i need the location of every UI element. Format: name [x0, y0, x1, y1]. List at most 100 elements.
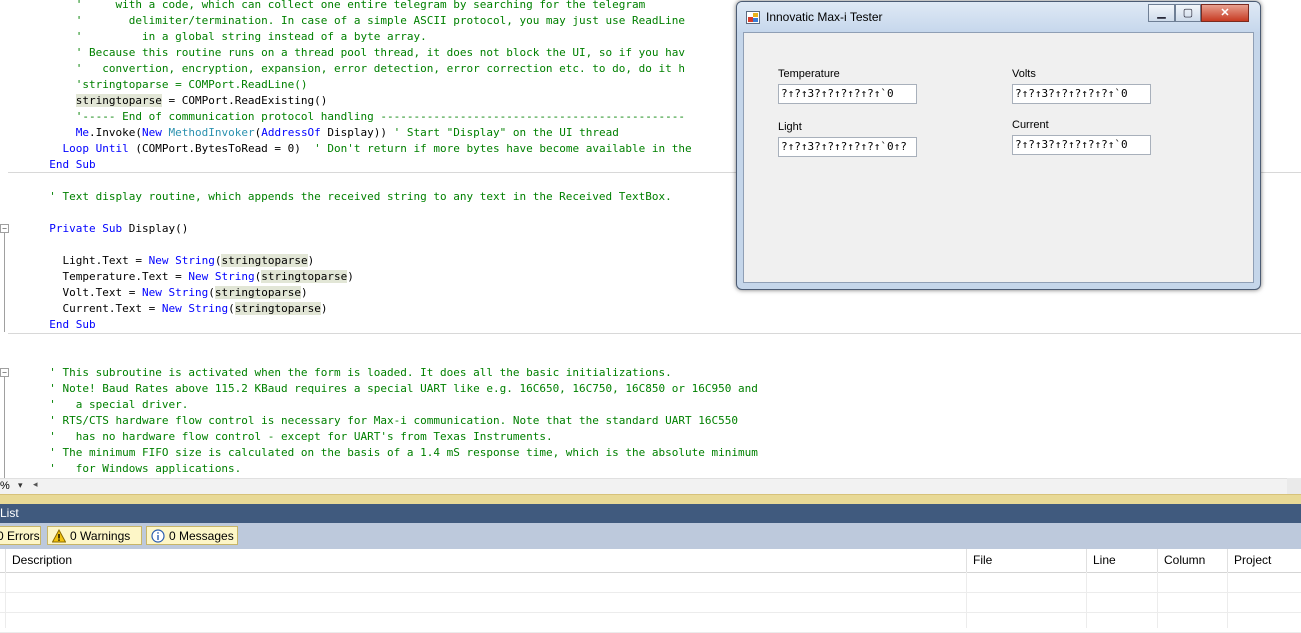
column-header-line[interactable]: Line	[1086, 549, 1157, 572]
code-line[interactable]: End Sub	[36, 157, 96, 173]
code-token: String	[214, 270, 255, 283]
column-header-description[interactable]: Description	[5, 549, 966, 572]
editor-status-strip: % ▾ ◂	[0, 478, 1301, 495]
column-header-file[interactable]: File	[966, 549, 1086, 572]
maximize-button[interactable]: ▢	[1175, 4, 1201, 22]
code-line[interactable]: ' delimiter/termination. In case of a si…	[36, 13, 685, 29]
code-token: Me	[75, 126, 89, 139]
zoom-level[interactable]: %	[0, 480, 10, 492]
code-line[interactable]: Temperature.Text = New String(stringtopa…	[36, 269, 354, 285]
code-token: Current.Text =	[36, 302, 162, 315]
scroll-left-icon[interactable]: ◂	[33, 479, 38, 490]
temperature-textbox[interactable]: ?↑?↑3?↑?↑?↑?↑?↑`0	[778, 84, 917, 104]
table-row	[0, 592, 1301, 613]
code-line[interactable]: ' Note! Baud Rates above 115.2 KBaud req…	[36, 381, 758, 397]
code-line[interactable]: ' convertion, encryption, expansion, err…	[36, 61, 685, 77]
code-line[interactable]: ' RTS/CTS hardware flow control is neces…	[36, 413, 738, 429]
warnings-filter-button[interactable]: 0 Warnings	[47, 526, 142, 545]
grid-line	[966, 572, 967, 628]
code-line[interactable]: Volt.Text = New String(stringtoparse)	[36, 285, 308, 301]
error-list-toolbar: 0 Errors 0 Warnings 0 Messages	[0, 523, 1301, 549]
code-line[interactable]: ' The minimum FIFO size is calculated on…	[36, 445, 758, 461]
code-token: ' Don't return if more bytes have become…	[314, 142, 692, 155]
code-line[interactable]: ' for Windows applications.	[36, 461, 241, 477]
code-token: String	[175, 254, 215, 267]
code-token: String	[168, 286, 209, 299]
code-token: ' Text display routine, which appends th…	[49, 190, 672, 203]
table-row	[0, 612, 1301, 633]
code-line[interactable]: ' This subroutine is activated when the …	[36, 365, 672, 381]
column-header-project[interactable]: Project	[1227, 549, 1301, 572]
code-token: stringtoparse	[75, 94, 162, 107]
code-token: ' The minimum FIFO size is calculated on…	[49, 446, 758, 459]
code-token: MethodInvoker	[168, 126, 255, 139]
code-token: New	[148, 254, 169, 267]
code-line[interactable]: ' a special driver.	[36, 397, 188, 413]
code-token: New	[188, 270, 209, 283]
column-header-column[interactable]: Column	[1157, 549, 1227, 572]
code-line[interactable]: End Sub	[36, 317, 95, 333]
code-token: ' a special driver.	[49, 398, 189, 411]
minimize-button[interactable]: ▁	[1148, 4, 1175, 22]
panel-splitter[interactable]	[0, 494, 1301, 504]
code-line[interactable]: 'stringtoparse = COMPort.ReadLine()	[36, 77, 308, 93]
errors-filter-label: 0 Errors	[0, 529, 40, 543]
code-token: '----- End of communication protocol han…	[36, 110, 686, 123]
app-icon	[746, 11, 760, 24]
current-textbox[interactable]: ?↑?↑3?↑?↑?↑?↑?↑`0	[1012, 135, 1151, 155]
grid-line	[5, 572, 6, 628]
code-line[interactable]: ' in a global string instead of a byte a…	[36, 29, 427, 45]
code-line[interactable]: ' Text display routine, which appends th…	[36, 189, 672, 205]
minimize-icon: ▁	[1157, 7, 1166, 19]
code-token: stringtoparse	[214, 286, 301, 299]
code-token: Private Sub	[49, 222, 123, 235]
code-token: = COMPort.ReadExisting()	[161, 94, 328, 107]
code-token: (	[208, 286, 215, 299]
code-token: )	[300, 286, 308, 299]
tester-window: Innovatic Max-i Tester ▁ ▢ ✕ Temperature…	[736, 1, 1261, 290]
code-line[interactable]: Me.Invoke(New MethodInvoker(AddressOf Di…	[36, 125, 619, 141]
code-token: )	[320, 302, 328, 315]
window-title: Innovatic Max-i Tester	[766, 10, 883, 24]
messages-filter-button[interactable]: 0 Messages	[146, 526, 238, 545]
code-token: )	[347, 270, 354, 283]
zoom-dropdown-icon[interactable]: ▾	[18, 480, 23, 491]
close-button[interactable]: ✕	[1201, 4, 1249, 22]
temperature-label: Temperature	[778, 68, 840, 80]
code-token: Loop Until	[62, 142, 129, 155]
code-line[interactable]: Private Sub Display()	[36, 221, 188, 237]
code-line[interactable]: Current.Text = New String(stringtoparse)	[36, 301, 327, 317]
light-textbox[interactable]: ?↑?↑3?↑?↑?↑?↑?↑`0↑?	[778, 137, 917, 157]
code-token: New	[141, 126, 162, 139]
code-line[interactable]: ' with a code, which can collect one ent…	[36, 0, 646, 13]
code-token: stringtoparse	[261, 270, 348, 283]
code-token: Display()	[122, 222, 189, 235]
code-token: 'stringtoparse = COMPort.ReadLine()	[36, 78, 308, 91]
code-line[interactable]: ' has no hardware flow control - except …	[36, 429, 552, 445]
code-line[interactable]: stringtoparse = COMPort.ReadExisting()	[36, 93, 327, 109]
code-line[interactable]: '----- End of communication protocol han…	[36, 109, 685, 125]
code-token: )	[307, 254, 315, 267]
error-list-header: Description File Line Column Project	[0, 549, 1301, 573]
outline-guide	[4, 232, 5, 332]
code-token: ' Because this routine runs on a thread …	[36, 46, 686, 59]
errors-filter-button[interactable]: 0 Errors	[0, 526, 41, 545]
code-line[interactable]: Light.Text = New String(stringtoparse)	[36, 253, 314, 269]
window-titlebar[interactable]: Innovatic Max-i Tester ▁ ▢ ✕	[737, 2, 1260, 32]
volts-textbox[interactable]: ?↑?↑3?↑?↑?↑?↑?↑`0	[1012, 84, 1151, 104]
code-token: End Sub	[49, 158, 96, 171]
code-token: New	[161, 302, 182, 315]
code-line[interactable]: Loop Until (COMPort.BytesToRead = 0) ' D…	[36, 141, 692, 157]
code-line[interactable]: ' Because this routine runs on a thread …	[36, 45, 685, 61]
code-token: Temperature.Text =	[36, 270, 189, 283]
error-list-title: List	[0, 506, 19, 520]
code-token: New	[141, 286, 162, 299]
vertical-scrollbar[interactable]	[1287, 478, 1301, 494]
